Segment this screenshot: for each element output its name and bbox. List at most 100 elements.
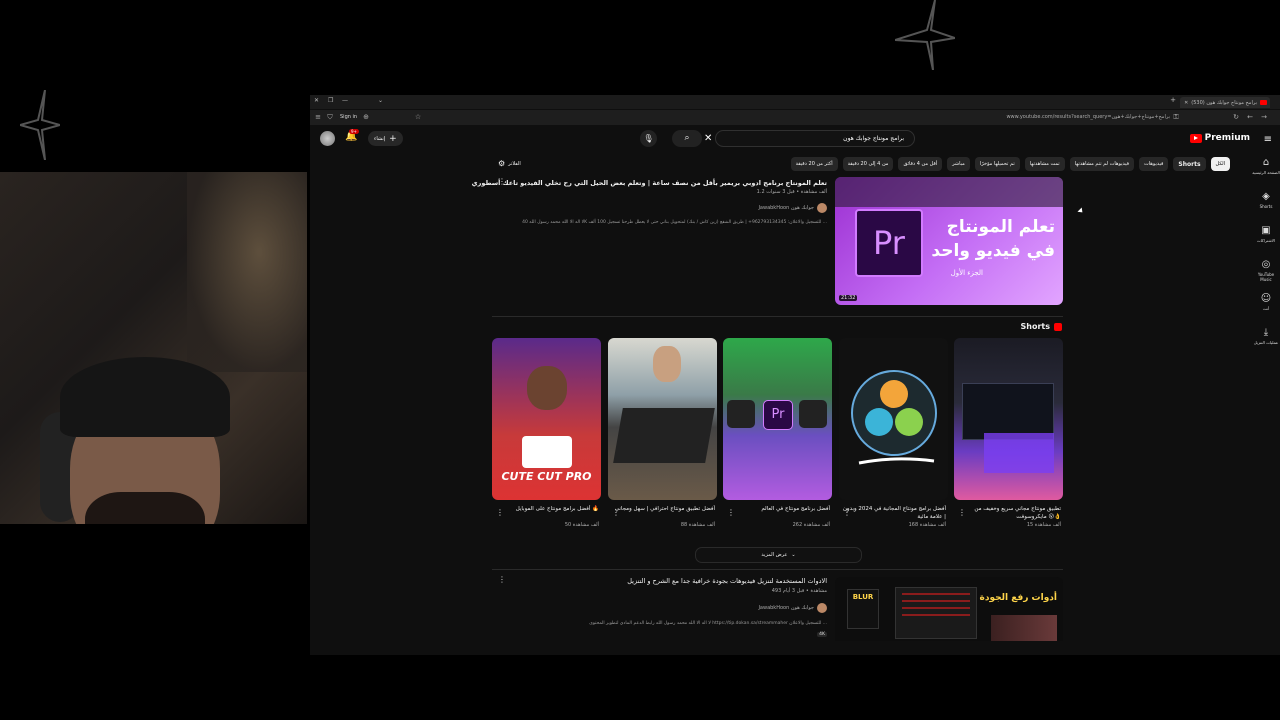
short-item[interactable]: CUTE CUT PRO أفضل برامج مونتاج على الموب… (492, 338, 601, 528)
create-button[interactable]: إنشاء + (368, 131, 403, 146)
sidebar-item[interactable]: ⌂ الصفحة الرئيسية (1252, 157, 1280, 191)
url-text[interactable]: www.youtube.com/results?search_query=برا… (1006, 114, 1170, 120)
short-title[interactable]: تطبيق مونتاج مجاني سريع وخفيف من مايكروس… (954, 505, 1063, 521)
filter-chip[interactable]: الكل (1210, 157, 1230, 171)
extension-icon[interactable]: ⊕ (362, 113, 370, 121)
search-input[interactable]: ✕ برامج مونتاج جوابك هون (704, 130, 915, 147)
reload-icon[interactable]: ↻ (1232, 113, 1240, 121)
duration-badge: 21:32 (839, 295, 858, 301)
short-item[interactable]: أفضل برامج مونتاج المجانية في 2024 وبدون… (839, 338, 948, 528)
sidebar-item[interactable]: ☺ أنت (1252, 293, 1280, 327)
back-icon[interactable]: ← (1246, 113, 1254, 121)
new-tab-icon[interactable]: + (1170, 96, 1176, 104)
thumbnail-blur-label: BLUR (847, 589, 879, 629)
channel-avatar[interactable] (817, 603, 827, 613)
short-item[interactable]: أفضل تطبيق مونتاج احترافي | سهل ومجاني 8… (608, 338, 717, 528)
filter-chip[interactable]: Shorts (1173, 157, 1206, 171)
signin-button[interactable]: Sign in (340, 114, 357, 120)
video-title[interactable]: الادوات المستخدمة لتنزيل فيديوهات بجودة … (627, 577, 827, 585)
create-label: إنشاء (374, 135, 386, 142)
video-thumbnail[interactable]: BLUR أدوات رفع الجودة (835, 577, 1063, 641)
sidebar-item-label: الصفحة الرئيسية (1252, 170, 1280, 175)
video-thumbnail[interactable]: Pr تعلم المونتاج في فيديو واحد الجزء الأ… (835, 177, 1063, 305)
short-thumbnail[interactable] (608, 338, 717, 500)
short-thumbnail[interactable]: CUTE CUT PRO (492, 338, 601, 500)
logo-text: Premium (1204, 133, 1250, 143)
short-item[interactable]: Pr أفضل برنامج مونتاج في العالم 262 ألف … (723, 338, 832, 528)
clear-search-icon[interactable]: ✕ (704, 133, 712, 144)
filter-chip[interactable]: أكثر من 20 دقيقة (790, 157, 838, 171)
close-icon[interactable]: ✕ (314, 97, 319, 104)
filter-chip[interactable]: مباشر (947, 157, 970, 171)
search-query: برامج مونتاج جوابك هون (843, 135, 904, 142)
more-options-icon[interactable]: ⋮ (498, 575, 506, 584)
short-thumbnail[interactable] (954, 338, 1063, 500)
short-views: 50 ألف مشاهدة (564, 522, 599, 528)
subscriptions-icon: ▣ (1261, 225, 1271, 236)
shield-icon[interactable]: ⛉ (326, 113, 334, 121)
short-thumbnail[interactable] (839, 338, 948, 500)
more-options-icon[interactable]: ⋮ (498, 177, 506, 186)
more-options-icon[interactable]: ⋮ (496, 508, 504, 517)
shorts-shelf: تطبيق مونتاج مجاني سريع وخفيف من مايكروس… (492, 338, 1063, 538)
shorts-shelf-title: Shorts (1021, 322, 1062, 331)
channel-avatar[interactable] (817, 203, 827, 213)
chevron-down-icon[interactable]: ⌄ (378, 97, 383, 104)
decorative-star-shape (20, 90, 60, 160)
mini-sidebar: ⌂ الصفحة الرئيسية ◈ Shorts ▣ الاشتراكات ◎ YouTu… (1252, 157, 1280, 361)
notification-badge: 9+ (349, 129, 359, 134)
more-options-icon[interactable]: ⋮ (727, 508, 735, 517)
address-bar[interactable]: ≡ ⛉ Sign in ⊕ ☆ www.youtube.com/results?… (310, 110, 1280, 125)
search-icon: ⌕ (684, 133, 690, 143)
more-options-icon[interactable]: ⋮ (843, 508, 851, 517)
minimize-icon[interactable]: — (342, 97, 348, 104)
tab-youtube[interactable]: ✕ (530) برامج مونتاج جوابك هون (1180, 97, 1270, 108)
short-title[interactable]: أفضل برامج مونتاج على الموبايل 🔥 (492, 505, 601, 521)
menu-icon[interactable]: ≡ (314, 113, 322, 121)
short-thumbnail[interactable]: Pr (723, 338, 832, 500)
short-title[interactable]: أفضل تطبيق مونتاج احترافي | سهل ومجاني (608, 505, 717, 521)
more-options-icon[interactable]: ⋮ (958, 508, 966, 517)
sidebar-item[interactable]: ◈ Shorts (1252, 191, 1280, 225)
more-options-icon[interactable]: ⋮ (612, 508, 620, 517)
divider (492, 569, 1063, 570)
short-title[interactable]: أفضل برنامج مونتاج في العالم (723, 505, 832, 521)
youtube-premium-logo[interactable]: Premium (1189, 133, 1250, 143)
forward-icon[interactable]: → (1260, 113, 1268, 121)
short-title[interactable]: أفضل برامج مونتاج المجانية في 2024 وبدون… (839, 505, 948, 521)
notifications-bell-icon[interactable]: 🔔 9+ (345, 129, 359, 142)
video-result-2[interactable]: BLUR أدوات رفع الجودة الادوات المستخدمة … (492, 575, 1063, 645)
quality-badge: 4K (817, 632, 827, 637)
sidebar-item[interactable]: ⤓ عمليات التنزيل (1252, 327, 1280, 361)
short-item[interactable]: تطبيق مونتاج مجاني سريع وخفيف من مايكروس… (954, 338, 1063, 528)
search-button[interactable]: ⌕ (672, 130, 702, 147)
thumbnail-faces (991, 615, 1057, 641)
filter-chip[interactable]: من 4 إلى 20 دقيقة (842, 157, 894, 171)
filter-chip[interactable]: فيديوهات لم تتم مشاهدتها (1069, 157, 1135, 171)
channel-link[interactable]: JawabkHoon جوابك هون (758, 203, 827, 213)
chevron-down-icon: ⌄ (791, 552, 796, 558)
thumbnail-text-line2: في فيديو واحد (931, 241, 1055, 261)
show-more-button[interactable]: عرض المزيد ⌄ (695, 547, 862, 563)
filter-chip[interactable]: تم تحميلها مؤخرًا (974, 157, 1020, 171)
channel-link[interactable]: JawabkHoon جوابك هون (758, 603, 827, 613)
bookmark-icon[interactable]: ☆ (414, 113, 422, 121)
webcam-overlay (0, 172, 307, 524)
restore-icon[interactable]: ❐ (328, 97, 333, 104)
sidebar-item[interactable]: ▣ الاشتراكات (1252, 225, 1280, 259)
filter-chip[interactable]: فيديوهات (1139, 157, 1169, 171)
decorative-star-shape (895, 0, 955, 70)
video-result-1[interactable]: Pr تعلم المونتاج في فيديو واحد الجزء الأ… (472, 177, 1063, 307)
channel-name: JawabkHoon جوابك هون (758, 205, 814, 211)
filter-chip[interactable]: تمت مشاهدتها (1024, 157, 1065, 171)
tab-close-icon[interactable]: ✕ (1184, 100, 1188, 106)
filter-chip[interactable]: أقل من 4 دقائق (898, 157, 943, 171)
sidebar-item-label: عمليات التنزيل (1253, 340, 1279, 345)
avatar[interactable] (320, 131, 335, 146)
sidebar-item-label: YouTube Music (1257, 272, 1275, 282)
sidebar-item[interactable]: ◎ YouTube Music (1252, 259, 1280, 293)
hamburger-menu-icon[interactable]: ≡ (1264, 134, 1272, 145)
browser-window: ✕ ❐ — ⌄ + ✕ (530) برامج مونتاج جوابك هون… (310, 95, 1280, 655)
voice-search-mic-icon[interactable]: 🎙 (640, 130, 657, 147)
video-title[interactable]: تعلم المونتاج برنامج ادوبي بريمير بأقل م… (472, 179, 827, 187)
